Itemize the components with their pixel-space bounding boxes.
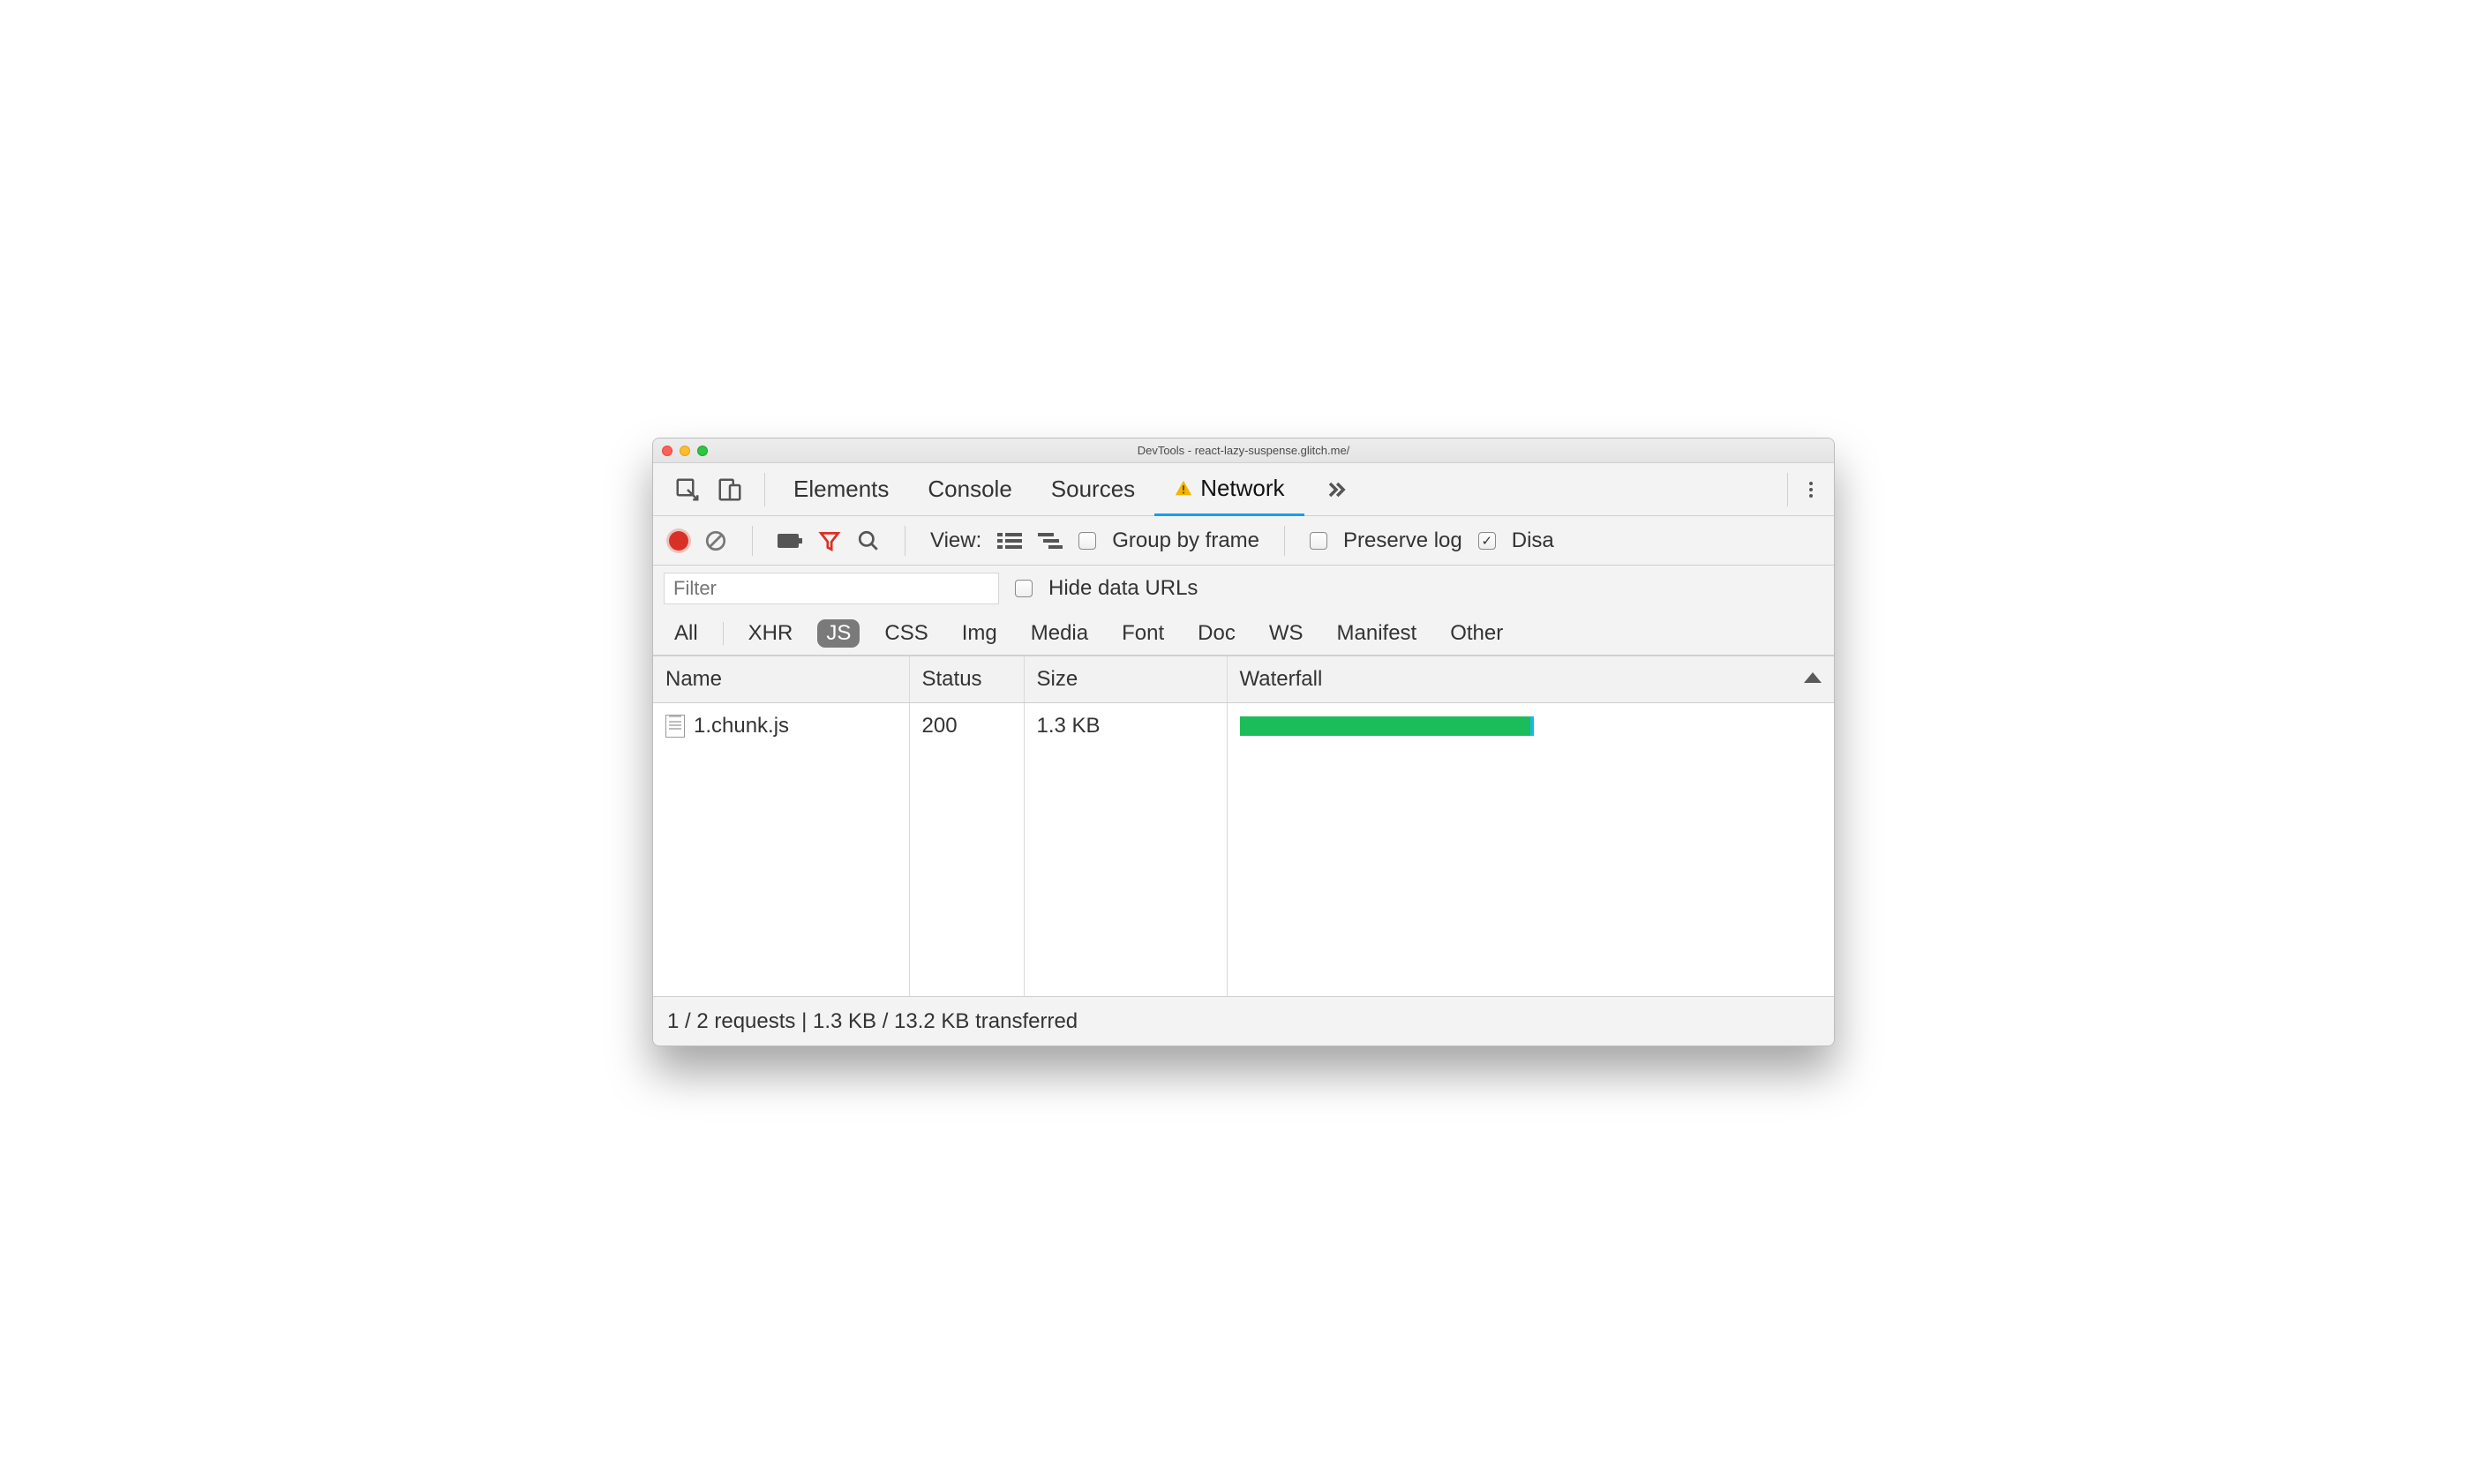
column-header-name[interactable]: Name [653, 656, 909, 703]
type-chip-manifest[interactable]: Manifest [1328, 619, 1426, 648]
type-chip-img[interactable]: Img [953, 619, 1006, 648]
table-row[interactable]: 1.chunk.js 200 1.3 KB [653, 703, 1834, 750]
group-by-frame-label: Group by frame [1112, 528, 1259, 553]
separator [1787, 473, 1788, 506]
filter-bar: Hide data URLs [653, 566, 1834, 611]
disable-cache-checkbox[interactable]: ✓ [1478, 532, 1496, 550]
clear-icon[interactable] [704, 529, 727, 552]
hide-data-urls-label: Hide data URLs [1048, 576, 1198, 601]
tab-network[interactable]: Network [1154, 463, 1304, 516]
window-title: DevTools - react-lazy-suspense.glitch.me… [653, 444, 1834, 457]
search-icon[interactable] [857, 529, 880, 552]
column-header-status[interactable]: Status [909, 656, 1024, 703]
request-size: 1.3 KB [1024, 703, 1227, 750]
chevrons-right-icon [1324, 477, 1349, 502]
preserve-log-label: Preserve log [1343, 528, 1462, 553]
request-name: 1.chunk.js [694, 714, 789, 738]
column-header-waterfall[interactable]: Waterfall [1227, 656, 1834, 703]
sort-ascending-icon [1804, 672, 1822, 683]
status-bar: 1 / 2 requests | 1.3 KB / 13.2 KB transf… [653, 996, 1834, 1046]
resource-type-filters: All XHR JS CSS Img Media Font Doc WS Man… [653, 611, 1834, 656]
type-chip-ws[interactable]: WS [1260, 619, 1312, 648]
overview-icon[interactable] [1038, 531, 1063, 551]
capture-screenshots-icon[interactable] [778, 531, 802, 551]
type-chip-other[interactable]: Other [1441, 619, 1512, 648]
type-chip-xhr[interactable]: XHR [740, 619, 802, 648]
request-status: 200 [909, 703, 1024, 750]
warning-icon [1174, 478, 1193, 498]
filter-input[interactable] [664, 573, 999, 604]
filter-toggle-icon[interactable] [818, 529, 841, 552]
inspect-icon[interactable] [674, 476, 701, 503]
status-text: 1 / 2 requests | 1.3 KB / 13.2 KB transf… [667, 1009, 1078, 1034]
tab-elements[interactable]: Elements [774, 463, 908, 516]
titlebar: DevTools - react-lazy-suspense.glitch.me… [653, 438, 1834, 463]
type-chip-css[interactable]: CSS [875, 619, 936, 648]
type-chip-font[interactable]: Font [1113, 619, 1173, 648]
waterfall-cell [1227, 703, 1834, 750]
type-chip-media[interactable]: Media [1022, 619, 1097, 648]
hide-data-urls-checkbox[interactable] [1015, 580, 1033, 597]
disable-cache-label: Disa [1512, 528, 1554, 553]
device-toggle-icon[interactable] [717, 476, 743, 503]
more-menu-button[interactable] [1797, 482, 1825, 498]
preserve-log-checkbox[interactable] [1310, 532, 1327, 550]
type-chip-doc[interactable]: Doc [1189, 619, 1244, 648]
large-rows-icon[interactable] [997, 531, 1022, 551]
group-by-frame-checkbox[interactable] [1078, 532, 1096, 550]
tabs-overflow-button[interactable] [1304, 463, 1368, 516]
requests-table: Name Status Size Waterfall 1.chunk.js 20… [653, 656, 1834, 996]
record-button[interactable] [669, 531, 688, 551]
tab-console[interactable]: Console [908, 463, 1031, 516]
file-icon [665, 715, 685, 738]
network-toolbar: View: Group by frame Preserve log ✓ Disa [653, 516, 1834, 566]
tab-sources[interactable]: Sources [1032, 463, 1154, 516]
view-label: View: [930, 528, 981, 553]
panel-tabs: Elements Console Sources Network [653, 463, 1834, 516]
type-chip-js[interactable]: JS [817, 619, 860, 648]
devtools-window: DevTools - react-lazy-suspense.glitch.me… [652, 438, 1835, 1046]
column-header-size[interactable]: Size [1024, 656, 1227, 703]
type-chip-all[interactable]: All [665, 619, 707, 648]
separator [764, 473, 765, 506]
